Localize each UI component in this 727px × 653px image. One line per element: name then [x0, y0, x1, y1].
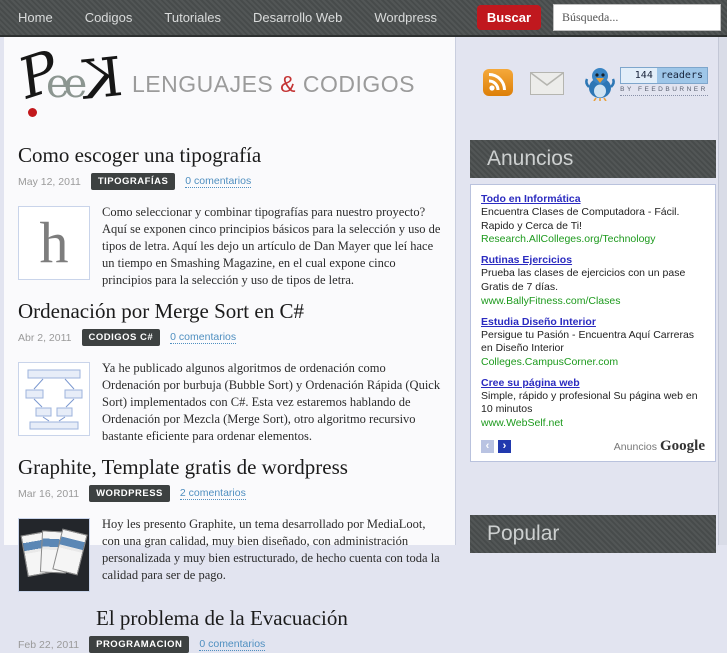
anuncios-section-header: Anuncios [470, 140, 716, 178]
post-category-badge[interactable]: TIPOGRAFÍAS [90, 173, 176, 190]
post-meta: Mar 16, 2011 WORDPRESS 2 comentarios [18, 485, 441, 502]
ad-url-link[interactable]: www.BallyFitness.com/Clases [481, 295, 705, 307]
nav-item-codigos[interactable]: Codigos [85, 10, 133, 25]
top-navbar: Home Codigos Tutoriales Desarrollo Web W… [0, 0, 727, 37]
thumbnail-letter-h: h [39, 210, 69, 275]
email-icon[interactable] [530, 72, 564, 100]
readers-label: readers [656, 68, 707, 83]
post-date: May 12, 2011 [18, 175, 81, 188]
post-date: Abr 2, 2011 [18, 331, 72, 344]
post-comments-link[interactable]: 0 comentarios [185, 175, 252, 188]
main-content: P ee K LENGUAJES & CODIGOS Como escoger … [4, 37, 456, 653]
post-category-badge[interactable]: WORDPRESS [89, 485, 170, 502]
nav-item-wordpress[interactable]: Wordpress [374, 10, 437, 25]
ads-next-button[interactable]: › [498, 440, 511, 454]
post-date: Mar 16, 2011 [18, 487, 80, 500]
site-tagline: LENGUAJES & CODIGOS [132, 71, 415, 98]
post-2: Ordenación por Merge Sort en C# Abr 2, 2… [18, 299, 441, 445]
ad-title-link[interactable]: Todo en Informática [481, 193, 705, 205]
post-1: Como escoger una tipografía May 12, 2011… [18, 143, 441, 289]
tagline-word2: CODIGOS [302, 71, 416, 97]
ad-item: Rutinas Ejercicios Prueba las clases de … [481, 254, 705, 306]
ad-text: Simple, rápido y profesional Su página w… [481, 389, 698, 416]
feedburner-counter[interactable]: 144 readers BY FEEDBURNER [620, 67, 708, 96]
post-title[interactable]: Ordenación por Merge Sort en C# [18, 299, 441, 324]
search-button[interactable]: Buscar [476, 5, 541, 30]
feedburner-chicklet: 144 readers [620, 67, 708, 84]
google-logo: Google [660, 438, 705, 455]
merge-sort-diagram [25, 369, 83, 430]
subscribe-icons-row: 144 readers BY FEEDBURNER [470, 65, 716, 109]
ad-title-link[interactable]: Rutinas Ejercicios [481, 254, 705, 266]
google-ads-box: Todo en Informática Encuentra Clases de … [470, 184, 716, 463]
feedburner-byline: BY FEEDBURNER [620, 86, 708, 96]
post-date: Feb 22, 2011 [18, 638, 80, 651]
tagline-ampersand: & [280, 71, 296, 97]
nav-item-home[interactable]: Home [18, 10, 53, 25]
post-title[interactable]: Como escoger una tipografía [18, 143, 441, 168]
search-input[interactable] [553, 4, 721, 31]
anuncios-label: Anuncios [613, 441, 657, 454]
post-title[interactable]: El problema de la Evacuación [96, 606, 441, 631]
ads-prev-button[interactable]: ‹ [481, 440, 494, 454]
site-header: P ee K LENGUAJES & CODIGOS [11, 37, 441, 133]
ad-item: Cree su página web Simple, rápido y prof… [481, 377, 705, 429]
post-comments-link[interactable]: 0 comentarios [170, 331, 237, 344]
post-meta: Abr 2, 2011 CODIGOS C# 0 comentarios [18, 329, 441, 346]
post-title[interactable]: Graphite, Template gratis de wordpress [18, 455, 441, 480]
ad-title-link[interactable]: Cree su página web [481, 377, 705, 389]
sidebar: 144 readers BY FEEDBURNER Anuncios Todo … [470, 37, 716, 553]
logo-letters-ee: ee [46, 61, 87, 107]
ad-item: Todo en Informática Encuentra Clases de … [481, 193, 705, 245]
rss-icon[interactable] [483, 69, 513, 96]
ad-item: Estudia Diseño Interior Persigue tu Pasi… [481, 316, 705, 368]
post-thumbnail[interactable] [18, 362, 90, 436]
post-comments-link[interactable]: 2 comentarios [179, 487, 246, 500]
logo-red-dot [28, 108, 37, 117]
reader-count: 144 [621, 68, 657, 83]
post-3: Graphite, Template gratis de wordpress M… [18, 455, 441, 596]
post-meta: Feb 22, 2011 PROGRAMACION 0 comentarios [18, 636, 441, 653]
post-comments-link[interactable]: 0 comentarios [199, 638, 266, 651]
site-logo[interactable]: P ee K [11, 39, 126, 121]
post-meta: May 12, 2011 TIPOGRAFÍAS 0 comentarios [18, 173, 441, 190]
popular-section-header: Popular [470, 515, 716, 553]
logo-letter-k: K [78, 45, 126, 112]
post-category-badge[interactable]: PROGRAMACION [89, 636, 190, 653]
post-category-badge[interactable]: CODIGOS C# [81, 329, 161, 346]
ad-text: Persigue tu Pasión - Encuentra Aquí Carr… [481, 328, 695, 355]
tagline-word1: LENGUAJES [132, 71, 274, 97]
page-scrollbar[interactable] [718, 37, 727, 545]
ad-url-link[interactable]: Research.AllColleges.org/Technology [481, 233, 705, 245]
ad-url-link[interactable]: www.WebSelf.net [481, 417, 705, 429]
ad-url-link[interactable]: Colleges.CampusCorner.com [481, 356, 705, 368]
ad-text: Prueba las clases de ejercicios con un p… [481, 267, 686, 293]
post-thumbnail[interactable] [18, 518, 90, 592]
twitter-bird-icon[interactable] [583, 65, 617, 106]
post-thumbnail[interactable]: h [18, 206, 90, 280]
nav-item-desarrollo-web[interactable]: Desarrollo Web [253, 10, 342, 25]
ad-title-link[interactable]: Estudia Diseño Interior [481, 316, 705, 328]
post-4: El problema de la Evacuación Feb 22, 201… [18, 606, 441, 653]
ads-by-google[interactable]: Anuncios Google [614, 438, 705, 455]
nav-item-tutoriales[interactable]: Tutoriales [164, 10, 221, 25]
ads-footer: ‹ › Anuncios Google [481, 438, 705, 455]
ad-text: Encuentra Clases de Computadora - Fácil.… [481, 206, 680, 232]
